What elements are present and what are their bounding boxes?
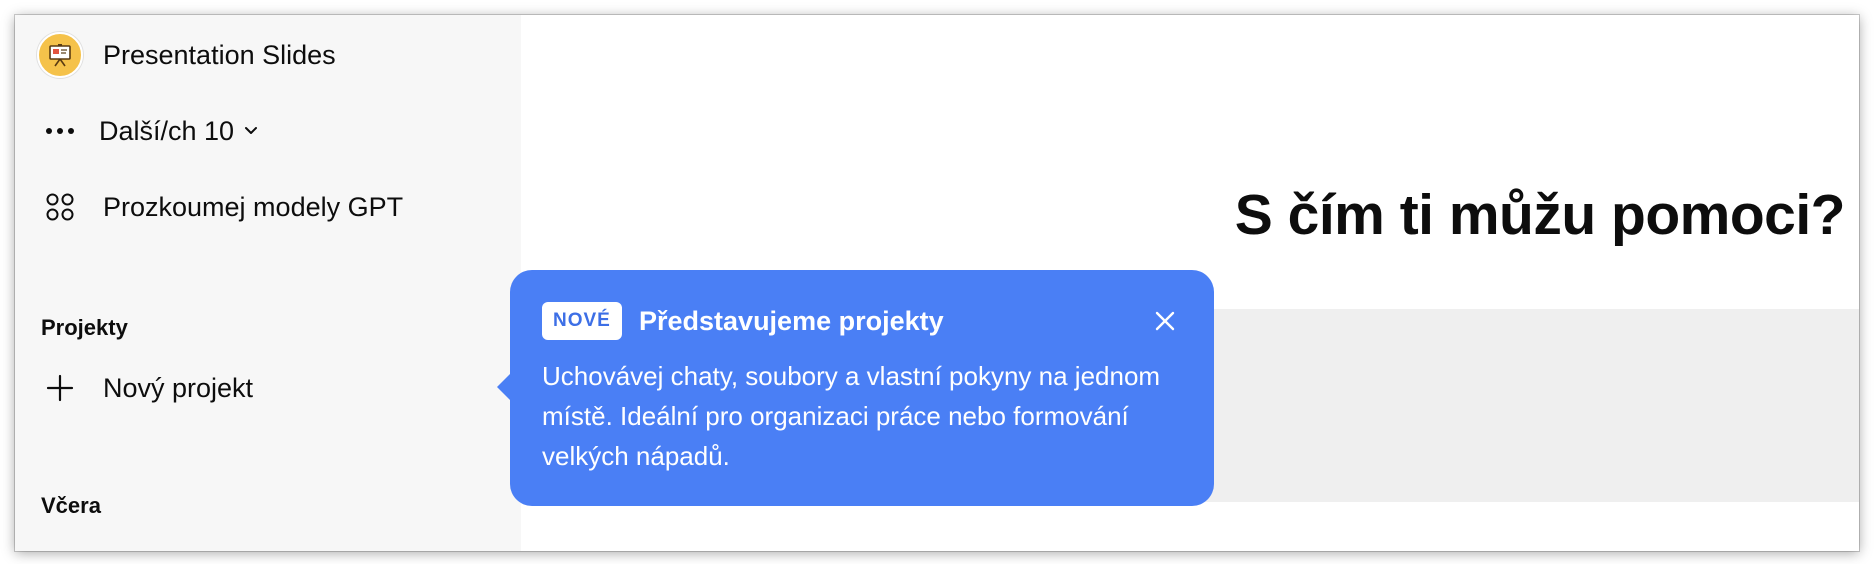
sidebar-item-label: Prozkoumej modely GPT xyxy=(103,191,404,222)
sidebar-item-presentation-slides[interactable]: Presentation Slides xyxy=(37,26,336,84)
plus-icon xyxy=(37,365,83,411)
new-project-button[interactable]: Nový projekt xyxy=(37,359,253,417)
sidebar-item-label: Presentation Slides xyxy=(103,39,336,70)
sidebar-item-explore-gpts[interactable]: Prozkoumej modely GPT xyxy=(37,178,403,236)
grid-circles-icon xyxy=(37,184,83,230)
close-icon[interactable] xyxy=(1152,308,1178,334)
sidebar-item-more[interactable]: Další/ch 10 xyxy=(37,102,258,160)
projects-intro-popover: NOVÉ Představujeme projekty Uchovávej ch… xyxy=(497,270,1214,506)
ellipsis-icon xyxy=(37,108,83,154)
sidebar-item-label: Nový projekt xyxy=(103,372,254,403)
sidebar-item-label: Další/ch 10 xyxy=(99,115,235,146)
popover-arrow xyxy=(497,373,511,401)
projects-section-title: Projekty xyxy=(41,315,128,340)
popover-title: Představujeme projekty xyxy=(639,306,944,336)
yesterday-section-title: Včera xyxy=(41,493,101,518)
app-window: Presentation Slides Další/ch 10 Prozkoum… xyxy=(15,15,1859,551)
chevron-down-icon xyxy=(244,126,258,136)
gpt-avatar xyxy=(37,32,83,78)
sidebar: Presentation Slides Další/ch 10 Prozkoum… xyxy=(15,15,521,551)
presentation-board-icon xyxy=(37,32,83,78)
page-title: S čím ti můžu pomoci? xyxy=(1234,183,1846,247)
new-badge: NOVÉ xyxy=(542,302,622,340)
popover-body: Uchovávej chaty, soubory a vlastní pokyn… xyxy=(542,361,1161,471)
